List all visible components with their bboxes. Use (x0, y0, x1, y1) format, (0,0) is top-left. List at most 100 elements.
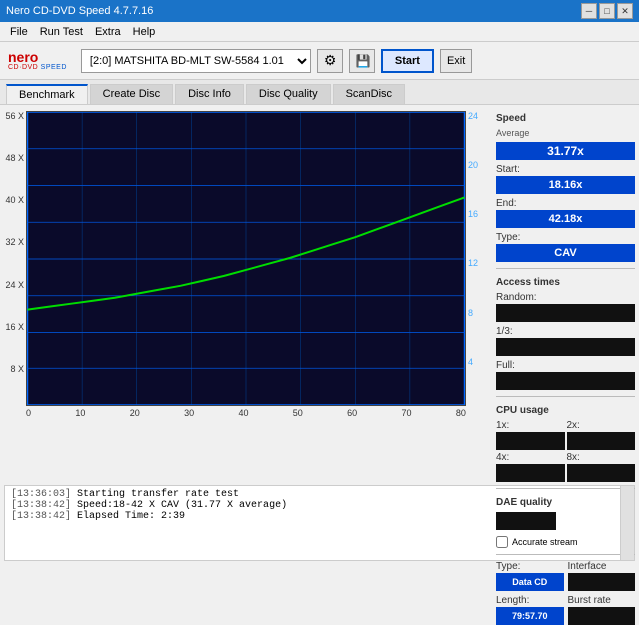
menu-file[interactable]: File (4, 24, 34, 40)
burst-rate-value (568, 607, 636, 625)
tab-disc-info[interactable]: Disc Info (175, 84, 244, 104)
x-label-20: 20 (130, 408, 140, 418)
disc-length-label: Length: (496, 595, 564, 606)
y-right-8: 8 (468, 308, 488, 318)
cpu-2x-col: 2x: (567, 420, 636, 450)
y-label-32: 32 X (4, 237, 24, 247)
toolbar-icon-btn-2[interactable]: 💾 (349, 49, 375, 73)
access-times-title: Access times (496, 277, 635, 288)
speed-average-label: Average (496, 128, 635, 138)
speed-start-end-row: Start: 18.16x (496, 164, 635, 194)
y-right-16: 16 (468, 209, 488, 219)
y-label-8: 8 X (4, 364, 24, 374)
toolbar-icon-btn-1[interactable]: ⚙ (317, 49, 343, 73)
cpu-8x-value (567, 464, 636, 482)
cpu-4x-label: 4x: (496, 452, 565, 463)
x-label-40: 40 (238, 408, 248, 418)
y-right-12: 12 (468, 258, 488, 268)
access-onethird-value (496, 338, 635, 356)
log-content: [13:36:03] Starting transfer rate test [… (5, 486, 620, 560)
cpu-1x-value (496, 432, 565, 450)
burst-rate-col: Burst rate (568, 595, 636, 625)
cpu-8x-col: 8x: (567, 452, 636, 482)
y-label-16: 16 X (4, 322, 24, 332)
cpu-2x-value (567, 432, 636, 450)
access-onethird-row: 1/3: (496, 326, 635, 356)
log-text-0: Starting transfer rate test (77, 489, 239, 500)
nero-brand-top: nero (8, 50, 38, 64)
y-right-4: 4 (468, 357, 488, 367)
speed-end-row: End: 42.18x (496, 198, 635, 228)
speed-section-title: Speed (496, 113, 635, 124)
interface-col: Interface (568, 561, 636, 591)
access-full-row: Full: (496, 360, 635, 390)
window-controls: ─ □ ✕ (581, 3, 633, 19)
speed-end-value: 42.18x (496, 210, 635, 228)
access-random-row: Random: (496, 292, 635, 322)
main-content: 56 X 48 X 40 X 32 X 24 X 16 X 8 X (0, 105, 639, 485)
divider-2 (496, 396, 635, 397)
minimize-button[interactable]: ─ (581, 3, 597, 19)
speed-start-value: 18.16x (496, 176, 635, 194)
drive-selector[interactable]: [2:0] MATSHITA BD-MLT SW-5584 1.01 (81, 49, 311, 73)
speed-start-col: Start: 18.16x (496, 164, 635, 194)
close-button[interactable]: ✕ (617, 3, 633, 19)
maximize-button[interactable]: □ (599, 3, 615, 19)
access-onethird-label: 1/3: (496, 326, 635, 337)
disc-type-value: Data CD (496, 573, 564, 591)
log-entry-2: [13:38:42] Elapsed Time: 2:39 (11, 511, 614, 522)
access-full-label: Full: (496, 360, 635, 371)
right-panel: Speed Average 31.77x Start: 18.16x End: … (492, 105, 639, 485)
menu-run-test[interactable]: Run Test (34, 24, 89, 40)
disc-length-burst-row: Length: 79:57.70 Burst rate (496, 595, 635, 625)
x-label-80: 80 (456, 408, 466, 418)
cpu-1x-col: 1x: (496, 420, 565, 450)
chart-svg (27, 112, 465, 405)
x-label-70: 70 (402, 408, 412, 418)
interface-value (568, 573, 636, 591)
log-time-2: [13:38:42] (11, 511, 71, 522)
toolbar: nero CD·DVD SPEED [2:0] MATSHITA BD-MLT … (0, 42, 639, 80)
chart-wrapper: 56 X 48 X 40 X 32 X 24 X 16 X 8 X (4, 111, 488, 406)
cpu-usage-title: CPU usage (496, 405, 635, 416)
y-right-20: 20 (468, 160, 488, 170)
menu-bar: File Run Test Extra Help (0, 22, 639, 42)
y-axis-right: 24 20 16 12 8 4 (466, 111, 488, 406)
y-label-24: 24 X (4, 280, 24, 290)
y-axis-left: 56 X 48 X 40 X 32 X 24 X 16 X 8 X (4, 111, 26, 406)
log-scrollbar[interactable] (620, 486, 634, 560)
log-entry-1: [13:38:42] Speed:18-42 X CAV (31.77 X av… (11, 500, 614, 511)
access-random-label: Random: (496, 292, 635, 303)
x-axis-labels: 0 10 20 30 40 50 60 70 80 (26, 408, 466, 418)
nero-brand-bottom: CD·DVD SPEED (8, 64, 67, 71)
log-text-2: Elapsed Time: 2:39 (77, 511, 185, 522)
speed-end-col: End: 42.18x (496, 198, 635, 228)
access-random-col: Random: (496, 292, 635, 322)
x-label-50: 50 (293, 408, 303, 418)
access-full-value (496, 372, 635, 390)
log-time-1: [13:38:42] (11, 500, 71, 511)
tab-disc-quality[interactable]: Disc Quality (246, 84, 331, 104)
nero-logo: nero CD·DVD SPEED (8, 50, 67, 71)
speed-type-col: Type: CAV (496, 232, 635, 262)
start-button[interactable]: Start (381, 49, 434, 73)
menu-extra[interactable]: Extra (89, 24, 127, 40)
cpu-1x-label: 1x: (496, 420, 565, 431)
y-label-56: 56 X (4, 111, 24, 121)
tab-scan-disc[interactable]: ScanDisc (333, 84, 405, 104)
y-right-24: 24 (468, 111, 488, 121)
x-label-10: 10 (75, 408, 85, 418)
cpu-4x-value (496, 464, 565, 482)
menu-help[interactable]: Help (127, 24, 162, 40)
tab-create-disc[interactable]: Create Disc (90, 84, 173, 104)
tab-benchmark[interactable]: Benchmark (6, 84, 88, 104)
interface-label: Interface (568, 561, 636, 572)
y-label-48: 48 X (4, 153, 24, 163)
disc-type-col: Type: Data CD (496, 561, 564, 591)
tabs-bar: Benchmark Create Disc Disc Info Disc Qua… (0, 80, 639, 105)
exit-button[interactable]: Exit (440, 49, 472, 73)
disc-type-label: Type: (496, 561, 564, 572)
speed-type-label: Type: (496, 232, 635, 243)
speed-average-value: 31.77x (496, 142, 635, 160)
chart-container (26, 111, 466, 406)
